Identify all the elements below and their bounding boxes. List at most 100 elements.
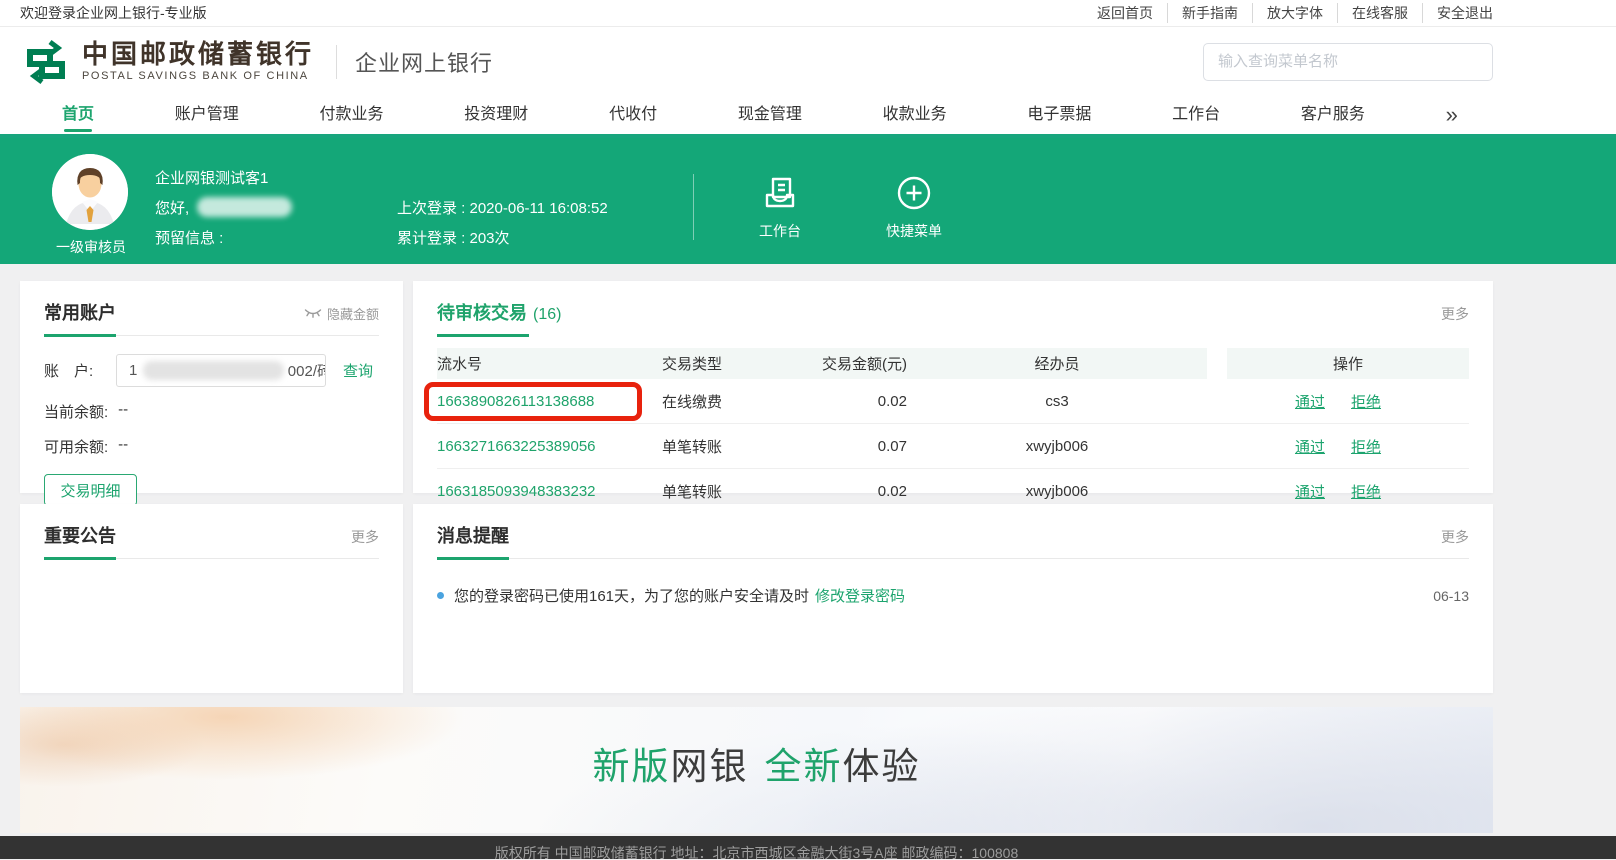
- main-nav: 首页 账户管理 付款业务 投资理财 代收付 现金管理 收款业务 电子票据 工作台…: [0, 96, 1616, 138]
- redacted-username: [197, 197, 292, 217]
- frequent-accounts-panel: 常用账户 隐藏金额 账 户: 1 002/砖: [20, 281, 403, 493]
- reject-link[interactable]: 拒绝: [1351, 436, 1381, 457]
- workbench-shortcut[interactable]: 工作台: [732, 154, 828, 264]
- menu-search: [1203, 43, 1493, 81]
- nav-item-cash-mgmt[interactable]: 现金管理: [738, 96, 802, 134]
- transaction-operator: cs3: [907, 393, 1207, 410]
- nav-item-investment[interactable]: 投资理财: [464, 96, 528, 134]
- pending-table-row: 1663271663225389056 单笔转账 0.07 xwyjb006 通…: [437, 424, 1469, 469]
- notices-panel-title: 重要公告: [44, 522, 116, 548]
- top-link-online-service[interactable]: 在线客服: [1337, 3, 1422, 23]
- pending-more-link[interactable]: 更多: [1441, 304, 1469, 324]
- important-notices-panel: 重要公告 更多: [20, 504, 403, 693]
- approve-link[interactable]: 通过: [1295, 436, 1325, 457]
- user-info: 企业网银测试客1 您好, 预留信息 :: [155, 154, 397, 264]
- nav-more-chevron-icon[interactable]: »: [1446, 100, 1458, 130]
- accounts-panel-title: 常用账户: [44, 299, 116, 325]
- pending-count-badge: (16): [533, 306, 561, 324]
- pending-table-header: 流水号 交易类型 交易金额(元) 经办员 操作: [437, 348, 1469, 379]
- nav-item-payments[interactable]: 付款业务: [320, 96, 384, 134]
- messages-more-link[interactable]: 更多: [1441, 527, 1469, 547]
- greeting-line: 您好,: [155, 192, 397, 222]
- workbench-label: 工作台: [732, 221, 828, 241]
- transaction-amount: 0.02: [812, 483, 907, 500]
- nav-item-e-bills[interactable]: 电子票据: [1027, 96, 1091, 134]
- change-password-link[interactable]: 修改登录密码: [815, 585, 905, 606]
- promo-part-3: 全新: [765, 746, 843, 787]
- greeting-text: 您好,: [155, 197, 189, 218]
- account-label: 账 户:: [44, 360, 116, 381]
- nav-item-customer-service[interactable]: 客户服务: [1301, 96, 1365, 134]
- available-balance-value: --: [118, 436, 128, 457]
- nav-item-home[interactable]: 首页: [62, 96, 94, 134]
- pending-table-row: 1663185093948383232 单笔转账 0.02 xwyjb006 通…: [437, 469, 1469, 514]
- product-name: 企业网上银行: [355, 46, 493, 78]
- notices-more-link[interactable]: 更多: [351, 527, 379, 547]
- transaction-amount: 0.02: [812, 393, 907, 410]
- bullet-icon: [437, 592, 444, 599]
- workbench-icon: [761, 174, 799, 212]
- reject-link[interactable]: 拒绝: [1351, 481, 1381, 502]
- col-header-actions: 操作: [1227, 353, 1469, 374]
- account-select[interactable]: 1 002/砖: [116, 354, 326, 387]
- avatar-column: 一级审核员: [52, 154, 130, 264]
- approve-link[interactable]: 通过: [1295, 391, 1325, 412]
- bank-name-en: POSTAL SAVINGS BANK OF CHINA: [82, 69, 314, 83]
- menu-search-input[interactable]: [1203, 43, 1493, 81]
- promo-text: 新版网银全新体验: [593, 736, 921, 790]
- copyright-text: 版权所有 中国邮政储蓄银行 地址：北京市西城区金融大街3号A座 邮政编码：100…: [20, 836, 1493, 859]
- serial-link[interactable]: 1663890826113138688: [437, 393, 594, 410]
- transaction-operator: xwyjb006: [907, 483, 1207, 500]
- last-login-text: 上次登录 : 2020-06-11 16:08:52: [397, 192, 693, 222]
- promo-part-2: 网银: [671, 746, 749, 787]
- nav-item-accounts[interactable]: 账户管理: [175, 96, 239, 134]
- nav-item-workbench[interactable]: 工作台: [1172, 96, 1220, 134]
- plus-circle-icon: [895, 174, 933, 212]
- quick-menu-shortcut[interactable]: 快捷菜单: [866, 154, 962, 264]
- bank-logo-text: 中国邮政储蓄银行 POSTAL SAVINGS BANK OF CHINA: [82, 41, 314, 83]
- reserved-info-label: 预留信息 :: [155, 222, 397, 252]
- serial-link[interactable]: 1663271663225389056: [437, 438, 596, 455]
- top-utility-bar: 欢迎登录企业网上银行-专业版 返回首页 新手指南 放大字体 在线客服 安全退出: [0, 0, 1616, 27]
- hide-amount-toggle[interactable]: 隐藏金额: [304, 304, 379, 323]
- footer-bar: 版权所有 中国邮政储蓄银行 地址：北京市西城区金融大街3号A座 邮政编码：100…: [0, 836, 1616, 859]
- pending-panel-title: 待审核交易: [437, 299, 527, 325]
- serial-link[interactable]: 1663185093948383232: [437, 483, 596, 500]
- top-link-guide[interactable]: 新手指南: [1167, 3, 1252, 23]
- hide-amount-label: 隐藏金额: [327, 304, 379, 323]
- top-link-logout[interactable]: 安全退出: [1422, 3, 1493, 23]
- welcome-text: 欢迎登录企业网上银行-专业版: [20, 3, 207, 23]
- transaction-type: 单笔转账: [662, 481, 812, 502]
- pending-transactions-panel: 待审核交易 (16) 更多 流水号 交易类型 交易金额(元) 经办员 操作: [413, 281, 1493, 493]
- promo-part-1: 新版: [593, 746, 671, 787]
- available-balance-label: 可用余额:: [44, 436, 108, 457]
- nav-item-receivables[interactable]: 收款业务: [883, 96, 947, 134]
- company-name: 企业网银测试客1: [155, 162, 397, 192]
- content-area: 常用账户 隐藏金额 账 户: 1 002/砖: [0, 264, 1493, 859]
- user-role-label: 一级审核员: [52, 237, 130, 257]
- top-link-home[interactable]: 返回首页: [1083, 3, 1167, 23]
- transaction-amount: 0.07: [812, 438, 907, 455]
- account-value-prefix: 1: [129, 362, 137, 379]
- top-link-font-size[interactable]: 放大字体: [1252, 3, 1337, 23]
- message-reminders-panel: 消息提醒 更多 您的登录密码已使用161天，为了您的账户安全请及时 修改登录密码…: [413, 504, 1493, 693]
- transaction-type: 在线缴费: [662, 391, 812, 412]
- avatar: [52, 154, 128, 230]
- transaction-detail-button[interactable]: 交易明细: [44, 474, 137, 506]
- header: 中国邮政储蓄银行 POSTAL SAVINGS BANK OF CHINA 企业…: [0, 27, 1616, 96]
- col-header-operator: 经办员: [907, 353, 1207, 374]
- current-balance-value: --: [118, 401, 128, 422]
- hero-divider: [693, 174, 694, 240]
- reject-link[interactable]: 拒绝: [1351, 391, 1381, 412]
- header-divider: [336, 45, 337, 79]
- message-text: 您的登录密码已使用161天，为了您的账户安全请及时: [454, 585, 809, 606]
- account-query-link[interactable]: 查询: [343, 360, 373, 381]
- top-links: 返回首页 新手指南 放大字体 在线客服 安全退出: [1083, 3, 1493, 23]
- promo-banner: 新版网银全新体验: [20, 707, 1493, 833]
- approve-link[interactable]: 通过: [1295, 481, 1325, 502]
- col-header-type: 交易类型: [662, 353, 812, 374]
- quick-menu-label: 快捷菜单: [866, 221, 962, 241]
- nav-item-collection-pay[interactable]: 代收付: [609, 96, 657, 134]
- message-date: 06-13: [1433, 588, 1469, 604]
- messages-panel-title: 消息提醒: [437, 522, 509, 548]
